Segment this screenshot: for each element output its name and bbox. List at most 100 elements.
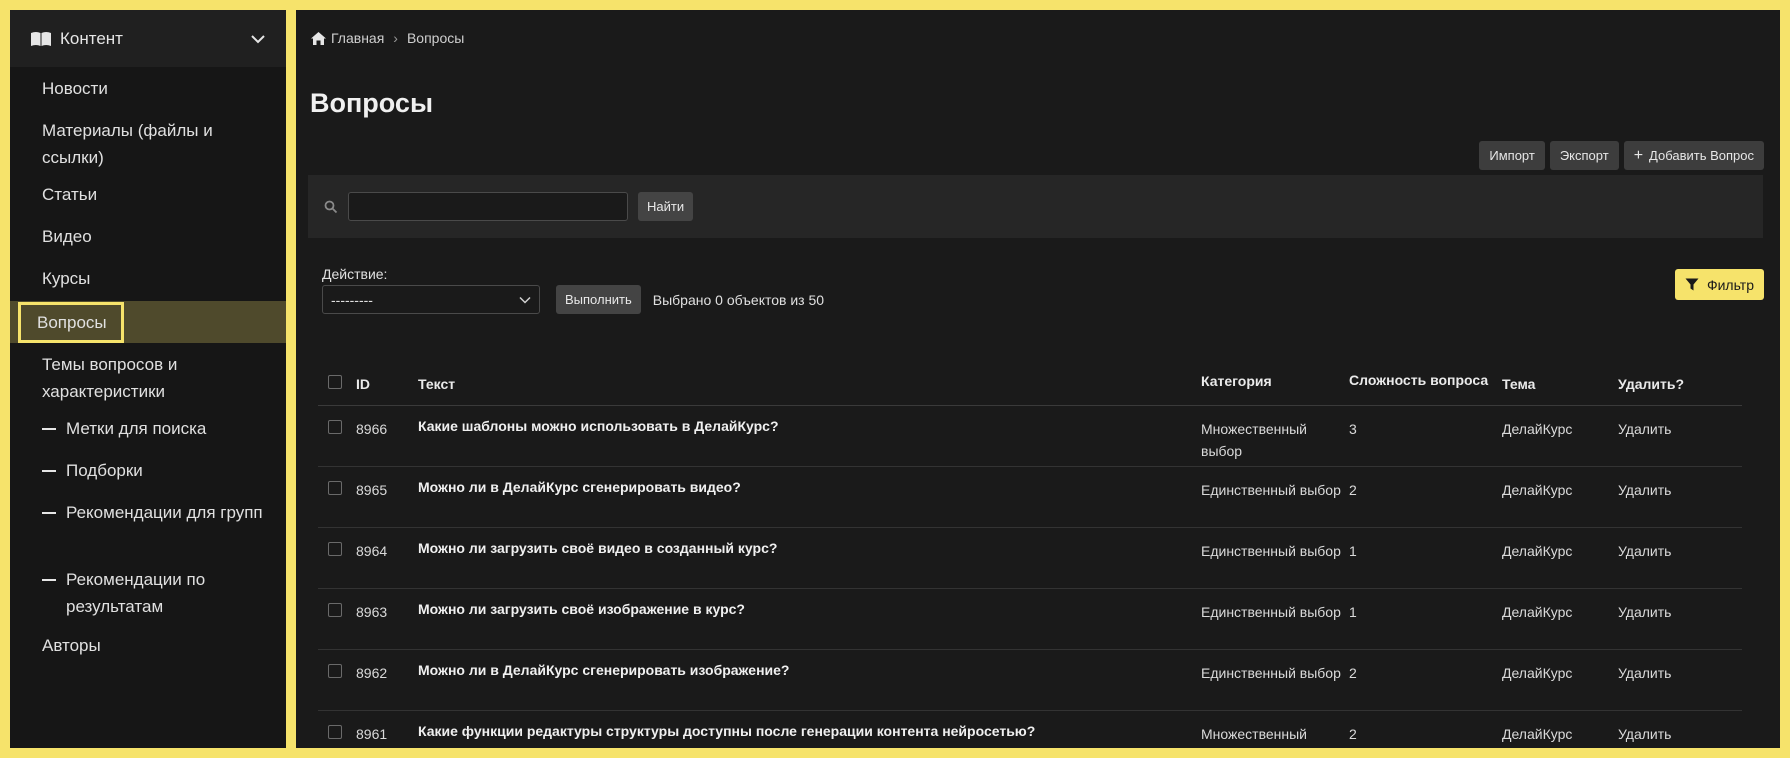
add-question-button[interactable]: + Добавить Вопрос	[1623, 141, 1764, 170]
select-all-checkbox[interactable]	[328, 375, 342, 389]
run-action-button[interactable]: Выполнить	[556, 285, 641, 314]
sidebar-item-result-recommendations[interactable]: Рекомендации по результатам	[10, 558, 286, 624]
row-difficulty: 2	[1349, 726, 1357, 742]
sidebar-item-label: Подборки	[66, 461, 143, 480]
breadcrumb-separator: ›	[393, 30, 398, 46]
dash-icon	[42, 579, 56, 581]
sidebar-item-label: Новости	[42, 79, 108, 98]
row-difficulty: 2	[1349, 482, 1357, 498]
sidebar-item-label: Авторы	[42, 636, 101, 655]
table-row: 8964 Можно ли загрузить своё видео в соз…	[318, 528, 1742, 589]
row-text-link[interactable]: Какие шаблоны можно использовать в Делай…	[410, 418, 1193, 434]
row-theme: ДелайКурс	[1502, 726, 1573, 742]
home-icon[interactable]	[310, 31, 327, 46]
sidebar-item-authors[interactable]: Авторы	[10, 624, 286, 666]
sidebar-item-collections[interactable]: Подборки	[10, 451, 286, 493]
dash-icon	[42, 512, 56, 514]
sidebar-item-materials[interactable]: Материалы (файлы и ссылки)	[10, 110, 286, 175]
sidebar-item-group-recommendations[interactable]: Рекомендации для групп	[10, 493, 286, 558]
toolbar: Импорт Экспорт + Добавить Вопрос	[1479, 141, 1764, 170]
sidebar-item-label: Видео	[42, 227, 92, 246]
row-category: Единственный выбор	[1201, 482, 1341, 498]
row-delete-link[interactable]: Удалить	[1610, 479, 1740, 501]
row-checkbox[interactable]	[328, 481, 342, 495]
sidebar-item-courses[interactable]: Курсы	[10, 259, 286, 301]
table-row: 8966 Какие шаблоны можно использовать в …	[318, 406, 1742, 467]
column-header-category[interactable]: Категория	[1193, 370, 1341, 392]
sidebar-section-header[interactable]: Контент	[10, 10, 286, 67]
table-row: 8965 Можно ли в ДелайКурс сгенерировать …	[318, 467, 1742, 528]
dash-icon	[42, 428, 56, 430]
table-header: ID Текст Категория Сложность вопроса Тем…	[318, 340, 1742, 406]
row-checkbox[interactable]	[328, 664, 342, 678]
sidebar-item-label: Рекомендации для групп	[66, 503, 263, 522]
sidebar-item-label: Курсы	[42, 269, 91, 288]
row-text-link[interactable]: Можно ли загрузить своё видео в созданны…	[410, 540, 1193, 556]
row-delete-link[interactable]: Удалить	[1610, 540, 1740, 562]
sidebar-item-news[interactable]: Новости	[10, 67, 286, 110]
row-id: 8963	[356, 604, 388, 620]
table-row: 8962 Можно ли в ДелайКурс сгенерировать …	[318, 650, 1742, 711]
column-header-delete: Удалить?	[1618, 376, 1685, 392]
row-category: Единственный выбор	[1201, 604, 1341, 620]
row-difficulty: 1	[1349, 604, 1357, 620]
column-header-id[interactable]: ID	[348, 376, 410, 392]
breadcrumb-home-link[interactable]: Главная	[331, 30, 384, 46]
chevron-down-icon[interactable]	[250, 34, 266, 44]
plus-icon: +	[1633, 146, 1644, 164]
row-text-link[interactable]: Можно ли в ДелайКурс сгенерировать видео…	[410, 479, 1193, 495]
import-button[interactable]: Импорт	[1479, 141, 1545, 170]
selected-count: Выбрано 0 объектов из 50	[652, 291, 825, 308]
row-id: 8961	[356, 726, 388, 742]
page-title: Вопросы	[310, 88, 434, 118]
dash-icon	[42, 470, 56, 472]
sidebar-section-title: Контент	[60, 28, 123, 48]
row-id: 8964	[356, 543, 388, 559]
row-checkbox[interactable]	[328, 420, 342, 434]
breadcrumb: Главная › Вопросы	[310, 30, 464, 46]
export-button[interactable]: Экспорт	[1549, 141, 1619, 170]
questions-table: ID Текст Категория Сложность вопроса Тем…	[318, 340, 1742, 748]
sidebar-item-articles[interactable]: Статьи	[10, 175, 286, 217]
row-text-link[interactable]: Какие функции редактуры структуры доступ…	[410, 723, 1193, 739]
row-category: Единственный выбор	[1201, 665, 1341, 681]
breadcrumb-current: Вопросы	[406, 30, 465, 46]
row-checkbox[interactable]	[328, 542, 342, 556]
row-theme: ДелайКурс	[1502, 604, 1573, 620]
action-select[interactable]: ---------	[322, 285, 540, 314]
row-text-link[interactable]: Можно ли загрузить своё изображение в ку…	[410, 601, 1193, 617]
add-question-label: Добавить Вопрос	[1649, 148, 1754, 163]
row-delete-link[interactable]: Удалить	[1610, 601, 1740, 623]
action-area: Действие: --------- Выполнить Выбрано 0 …	[322, 266, 824, 314]
filter-label: Фильтр	[1706, 276, 1754, 293]
row-text-link[interactable]: Можно ли в ДелайКурс сгенерировать изобр…	[410, 662, 1193, 678]
sidebar-item-label: Рекомендации по результатам	[66, 570, 206, 616]
row-delete-link[interactable]: Удалить	[1610, 723, 1740, 745]
sidebar-item-video[interactable]: Видео	[10, 217, 286, 259]
sidebar-item-question-themes[interactable]: Темы вопросов и характеристики	[10, 343, 286, 409]
action-label: Действие:	[322, 266, 388, 282]
row-category: Единственный выбор	[1201, 543, 1341, 559]
row-id: 8966	[356, 421, 388, 437]
column-header-difficulty[interactable]: Сложность вопроса	[1341, 369, 1494, 392]
search-input[interactable]	[348, 192, 628, 221]
search-button[interactable]: Найти	[638, 192, 694, 221]
column-header-text[interactable]: Текст	[410, 376, 1193, 392]
chevron-down-icon	[519, 296, 531, 304]
row-id: 8965	[356, 482, 388, 498]
row-checkbox[interactable]	[328, 725, 342, 739]
sidebar-item-label: Материалы (файлы и ссылки)	[42, 121, 213, 167]
row-theme: ДелайКурс	[1502, 665, 1573, 681]
sidebar-item-search-tags[interactable]: Метки для поиска	[10, 409, 286, 451]
main-content: Главная › Вопросы Вопросы Импорт Экспорт…	[296, 10, 1780, 748]
search-bar: Найти	[308, 175, 1763, 238]
book-icon	[31, 31, 51, 46]
column-header-theme[interactable]: Тема	[1494, 376, 1610, 392]
sidebar-item-label: Темы вопросов и характеристики	[42, 355, 178, 401]
filter-button[interactable]: Фильтр	[1674, 269, 1764, 300]
row-delete-link[interactable]: Удалить	[1610, 662, 1740, 684]
row-checkbox[interactable]	[328, 603, 342, 617]
sidebar-item-questions[interactable]: Вопросы	[10, 301, 286, 343]
row-delete-link[interactable]: Удалить	[1610, 418, 1740, 440]
row-difficulty: 1	[1349, 543, 1357, 559]
